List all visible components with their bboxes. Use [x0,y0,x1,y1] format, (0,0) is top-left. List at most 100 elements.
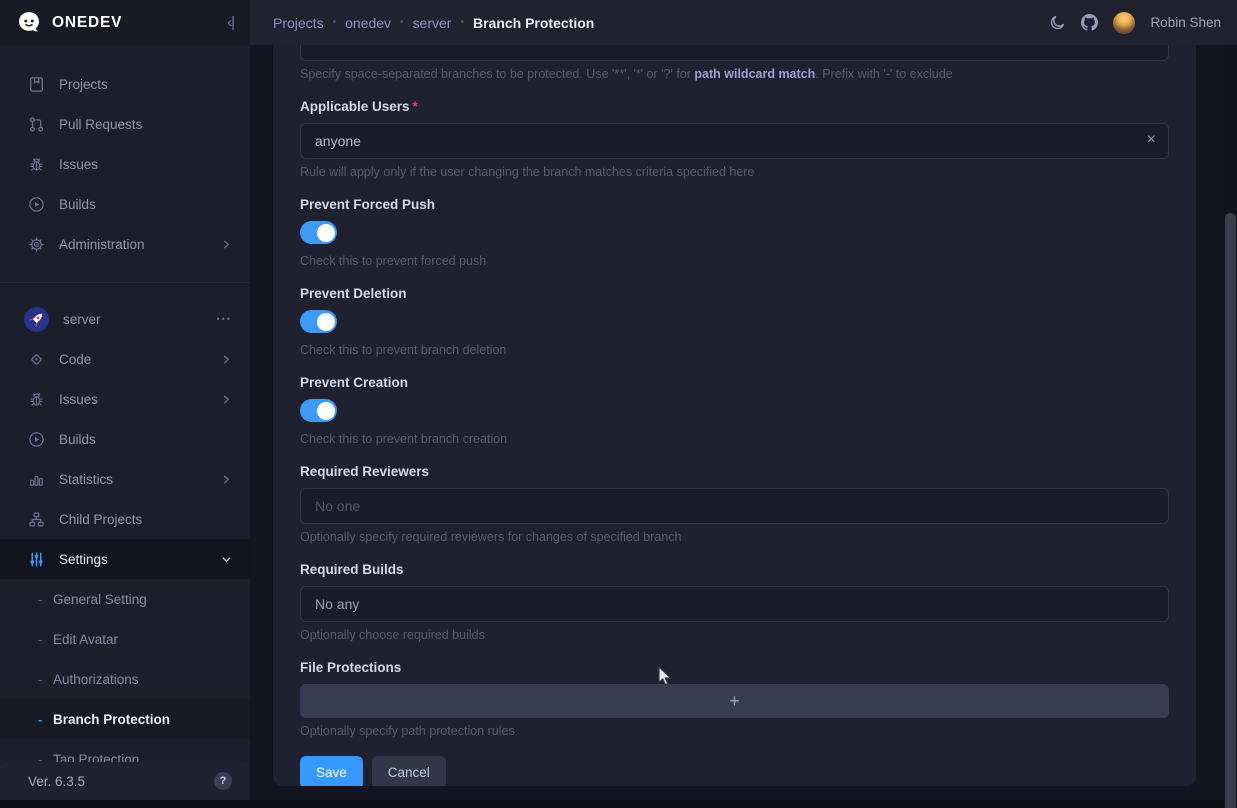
logo-zone: ONEDEV ‹| [0,0,250,45]
breadcrumb-separator: • [400,17,404,28]
sidebar-item-settings[interactable]: Settings [0,539,250,579]
dash-icon: - [38,592,53,607]
dark-mode-moon-icon[interactable] [1049,14,1066,31]
sliders-icon [28,551,45,568]
bar-chart-icon [28,471,45,488]
user-avatar[interactable] [1113,12,1135,34]
project-more-icon[interactable]: ••• [217,314,232,324]
prevent-forced-push-help: Check this to prevent forced push [300,254,1169,269]
prevent-creation-toggle[interactable] [300,399,337,422]
sidebar-item-child-projects[interactable]: Child Projects [0,499,250,539]
sidebar-item-label: Authorizations [53,672,139,687]
github-icon[interactable] [1081,14,1098,31]
sidebar-item-authorizations[interactable]: - Authorizations [0,659,250,699]
chevron-right-icon [221,354,232,365]
top-header: ONEDEV ‹| Projects • onedev • server • B… [0,0,1237,45]
prevent-deletion-label: Prevent Deletion [300,286,1169,302]
branches-help: Specify space-separated branches to be p… [300,67,1169,82]
breadcrumb-projects[interactable]: Projects [273,15,324,31]
sidebar-item-label: Statistics [59,472,113,487]
branch-protection-form-card: Specify space-separated branches to be p… [273,45,1196,786]
brand-title: ONEDEV [52,14,122,32]
required-asterisk: * [413,99,418,114]
chevron-down-icon [221,554,232,565]
header-actions: Robin Shen [1049,0,1237,45]
sidebar-item-project-builds[interactable]: Builds [0,419,250,459]
bug-icon [28,391,45,408]
scrollbar-track[interactable] [1224,45,1237,808]
breadcrumb-separator: • [333,17,337,28]
dash-icon: - [38,712,53,727]
dash-icon: - [38,632,53,647]
save-button[interactable]: Save [300,756,363,786]
prevent-creation-help: Check this to prevent branch creation [300,432,1169,447]
required-builds-help: Optionally choose required builds [300,628,1169,643]
sidebar-item-statistics[interactable]: Statistics [0,459,250,499]
close-icon[interactable]: × [1147,131,1156,149]
sidebar-item-label: Edit Avatar [53,632,118,647]
play-circle-icon [28,196,45,213]
sidebar-item-label: Child Projects [59,512,142,527]
sidebar: Projects Pull Requests Issues Builds Adm… [0,45,250,808]
version-label: Ver. 6.3.5 [28,774,85,789]
sidebar-item-code[interactable]: Code [0,339,250,379]
sidebar-item-pull-requests[interactable]: Pull Requests [0,104,250,144]
path-wildcard-match-link[interactable]: path wildcard match [694,67,815,81]
sidebar-item-label: Code [59,352,91,367]
sidebar-item-project-issues[interactable]: Issues [0,379,250,419]
prevent-forced-push-label: Prevent Forced Push [300,197,1169,213]
applicable-users-label: Applicable Users* [300,99,1169,115]
sidebar-item-label: Builds [59,432,96,447]
required-builds-input[interactable] [300,586,1169,622]
sidebar-item-edit-avatar[interactable]: - Edit Avatar [0,619,250,659]
sidebar-item-label: Branch Protection [53,712,170,727]
applicable-users-input[interactable] [300,123,1169,159]
sidebar-item-branch-protection[interactable]: - Branch Protection [0,699,250,739]
required-reviewers-help: Optionally specify required reviewers fo… [300,530,1169,545]
sidebar-item-label: General Setting [53,592,147,607]
dash-icon: - [38,672,53,687]
cancel-button[interactable]: Cancel [372,756,446,786]
required-reviewers-input[interactable] [300,488,1169,524]
sidebar-item-label: Pull Requests [59,117,142,132]
scrollbar-thumb[interactable] [1225,213,1236,808]
onedev-logo-icon [16,10,42,36]
sidebar-item-label: Issues [59,392,98,407]
branches-help-text: Specify space-separated branches to be p… [300,67,694,81]
chevron-right-icon [221,474,232,485]
sidebar-project-server[interactable]: server ••• [0,299,250,339]
breadcrumb-separator: • [460,17,464,28]
file-protections-help: Optionally specify path protection rules [300,724,1169,739]
gear-icon [28,236,45,253]
window-bottom-edge [0,800,1237,808]
user-name[interactable]: Robin Shen [1150,15,1221,30]
sidebar-item-issues[interactable]: Issues [0,144,250,184]
sidebar-item-projects[interactable]: Projects [0,64,250,104]
branches-help-text: . Prefix with '-' to exclude [815,67,952,81]
sidebar-item-label: Builds [59,197,96,212]
branches-input[interactable] [300,45,1169,61]
sidebar-item-general-setting[interactable]: - General Setting [0,579,250,619]
sidebar-item-label: Settings [59,552,108,567]
book-icon [28,76,45,93]
sidebar-item-label: Projects [59,77,108,92]
commit-diamond-icon [28,351,45,368]
required-builds-label: Required Builds [300,562,1169,578]
breadcrumb: Projects • onedev • server • Branch Prot… [250,0,1049,45]
play-circle-icon [28,431,45,448]
add-file-protection-button[interactable]: + [300,684,1169,718]
prevent-deletion-toggle[interactable] [300,310,337,333]
applicable-users-help: Rule will apply only if the user changin… [300,165,1169,180]
sidebar-collapse-icon[interactable]: ‹| [227,14,234,31]
breadcrumb-server[interactable]: server [413,15,452,31]
breadcrumb-onedev[interactable]: onedev [345,15,391,31]
chevron-right-icon [221,394,232,405]
sidebar-item-label: Issues [59,157,98,172]
page-title: Branch Protection [473,15,594,31]
prevent-forced-push-toggle[interactable] [300,221,337,244]
sidebar-item-builds[interactable]: Builds [0,184,250,224]
sidebar-item-administration[interactable]: Administration [0,224,250,264]
help-icon[interactable]: ? [214,772,232,790]
rocket-avatar-icon [24,307,49,332]
pull-request-icon [28,116,45,133]
